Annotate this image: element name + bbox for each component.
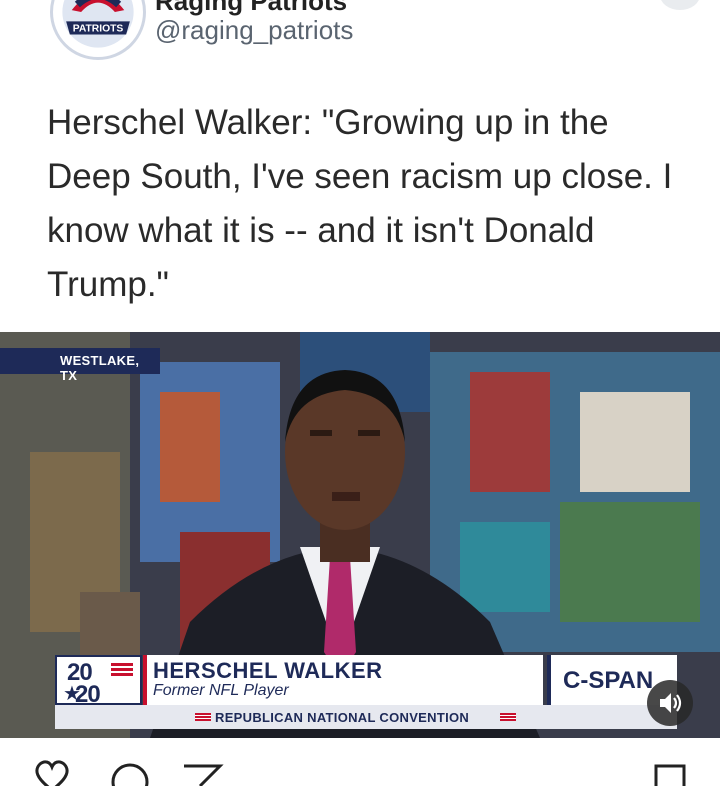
share-icon[interactable]	[180, 760, 224, 786]
post-header: PATRIOTS Raging Patriots @raging_patriot…	[0, 0, 720, 80]
heart-icon[interactable]	[30, 760, 74, 786]
location-tag: WESTLAKE, TX	[0, 348, 160, 383]
avatar-text: PATRIOTS	[73, 24, 124, 35]
ticker-text: REPUBLICAN NATIONAL CONVENTION	[215, 710, 470, 725]
flag-icon	[500, 713, 516, 721]
flag-icon	[195, 713, 211, 721]
event-ticker: REPUBLICAN NATIONAL CONVENTION	[55, 705, 677, 729]
location-text: WESTLAKE, TX	[60, 353, 140, 383]
speaker-nameplate: HERSCHEL WALKER Former NFL Player	[143, 655, 543, 705]
sound-toggle-button[interactable]	[647, 680, 693, 726]
lower-third: 20 ★ 20 HERSCHEL WALKER Former NFL Playe…	[55, 655, 677, 708]
patriots-logo-icon: PATRIOTS	[54, 0, 142, 56]
speaker-name: HERSCHEL WALKER	[153, 658, 383, 683]
instagram-post: PATRIOTS Raging Patriots @raging_patriot…	[0, 0, 720, 786]
bookmark-icon[interactable]	[650, 760, 690, 786]
action-bar	[0, 760, 720, 786]
video-player[interactable]: WESTLAKE, TX 20 ★ 20 HERSCHEL WALKER For…	[0, 332, 720, 738]
more-icon[interactable]	[660, 0, 700, 10]
speaker-title: Former NFL Player	[153, 682, 289, 699]
account-avatar[interactable]: PATRIOTS	[50, 0, 146, 60]
post-caption: Herschel Walker: "Growing up in the Deep…	[47, 103, 673, 304]
sound-icon	[660, 693, 682, 713]
convention-2020-logo: 20 ★ 20	[55, 655, 142, 708]
comment-icon[interactable]	[108, 760, 152, 786]
account-handle[interactable]: @raging_patriots	[155, 15, 353, 46]
flag-icon	[111, 663, 133, 677]
network-name: C-SPAN	[563, 667, 654, 694]
